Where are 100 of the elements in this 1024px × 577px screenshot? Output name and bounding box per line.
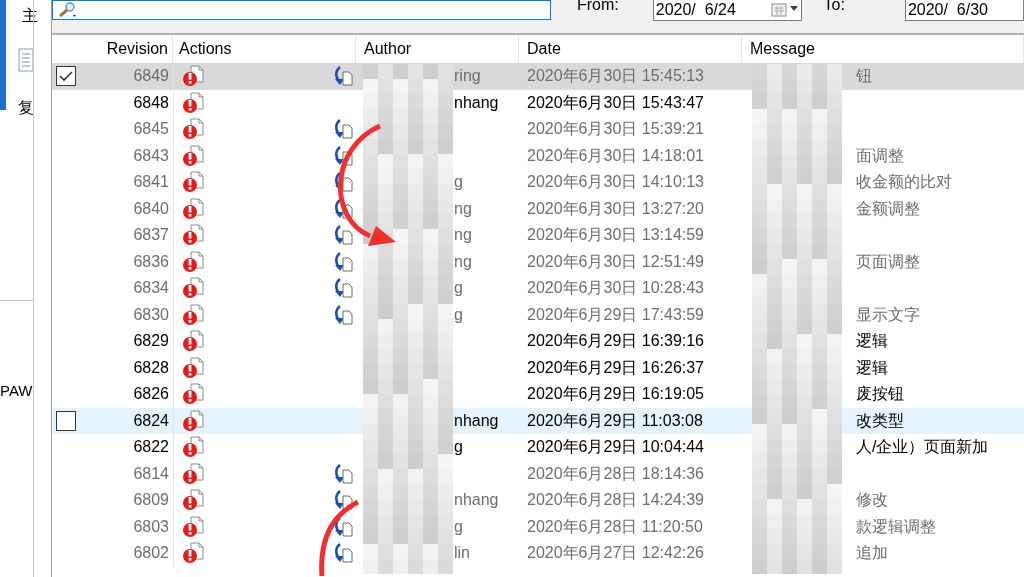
table-row[interactable]: 6803 g 2020年6月28日 11:20:50 款逻辑调整	[52, 513, 1024, 540]
table-row[interactable]: 6843 2020年6月30日 14:18:01 面调整	[52, 142, 1024, 169]
author-name: lin	[454, 543, 470, 564]
commit-message: 金额调整	[856, 198, 920, 219]
modified-file-icon	[182, 383, 206, 406]
author-name: g	[454, 172, 463, 193]
commit-message: 追加	[856, 543, 888, 564]
commit-date: 2020年6月29日 11:03:08	[527, 410, 703, 431]
panel-label: PAW	[0, 381, 33, 401]
table-row[interactable]: 6836 ng 2020年6月30日 12:51:49 页面调整	[52, 248, 1024, 275]
revision-number: 6814	[133, 463, 169, 484]
search-icon	[57, 1, 79, 19]
merge-icon	[332, 144, 354, 167]
modified-file-icon	[182, 144, 206, 167]
merge-icon	[332, 250, 354, 273]
commit-message: 收金额的比对	[856, 172, 952, 193]
merge-icon	[332, 303, 354, 326]
author-name: g	[454, 278, 463, 299]
revision-number: 6829	[133, 331, 169, 352]
commit-date: 2020年6月29日 16:39:16	[527, 331, 704, 352]
commit-date: 2020年6月30日 13:14:59	[527, 225, 704, 246]
modified-file-icon	[182, 224, 206, 247]
revision-number: 6826	[133, 384, 169, 405]
table-row[interactable]: 6834 g 2020年6月30日 10:28:43	[52, 275, 1024, 302]
table-row[interactable]: 6826 2020年6月29日 16:19:05 废按钮	[52, 381, 1024, 408]
author-name: g	[454, 516, 463, 537]
revision-number: 6830	[133, 304, 169, 325]
table-row[interactable]: 6829 2020年6月29日 16:39:16 逻辑	[52, 328, 1024, 355]
calendar-icon	[770, 2, 799, 17]
author-name: ng	[454, 225, 472, 246]
revision-number: 6803	[133, 516, 169, 537]
commit-message: 人/企业）页面新加	[856, 437, 989, 458]
modified-file-icon	[182, 277, 206, 300]
modified-file-icon	[182, 118, 206, 141]
table-row[interactable]: 6840 ng 2020年6月30日 13:27:20 金额调整	[52, 195, 1024, 222]
merge-icon	[332, 462, 354, 485]
merge-icon	[332, 277, 354, 300]
commit-date: 2020年6月30日 15:45:13	[527, 66, 704, 87]
commit-message: 款逻辑调整	[856, 516, 936, 537]
revision-number: 6840	[133, 198, 169, 219]
modified-file-icon	[182, 197, 206, 220]
modified-file-icon	[182, 171, 206, 194]
modified-file-icon	[182, 250, 206, 273]
author-name: ring	[454, 66, 481, 87]
revision-number: 6809	[133, 490, 169, 511]
date-field[interactable]: 2020/ 6/24	[652, 0, 802, 21]
commit-date: 2020年6月30日 13:27:20	[527, 198, 704, 219]
modified-file-icon	[182, 436, 206, 459]
revision-number: 6834	[133, 278, 169, 299]
table-row[interactable]: 6822 g 2020年6月29日 10:04:44 人/企业）页面新加	[52, 434, 1024, 461]
modified-file-icon	[182, 330, 206, 353]
modified-file-icon	[182, 356, 206, 379]
panel-label: 复	[18, 98, 34, 118]
author-name: g	[454, 437, 463, 458]
table-row[interactable]: 6845 2020年6月30日 15:39:21	[52, 116, 1024, 143]
commit-date: 2020年6月28日 11:20:50	[527, 516, 703, 537]
merge-icon	[332, 171, 354, 194]
commit-date: 2020年6月30日 15:39:21	[527, 119, 704, 140]
table-row[interactable]: 6830 g 2020年6月29日 17:43:59 显示文字	[52, 301, 1024, 328]
commit-message: 页面调整	[856, 251, 920, 272]
commit-date: 2020年6月27日 12:42:26	[527, 543, 704, 564]
table-row[interactable]: 6848 nhang 2020年6月30日 15:43:47	[52, 89, 1024, 116]
search-field[interactable]	[52, 0, 551, 20]
revision-number: 6849	[133, 66, 169, 87]
commit-date: 2020年6月29日 16:26:37	[527, 357, 704, 378]
date-field[interactable]: 2020/ 6/30	[904, 0, 1024, 21]
commit-date: 2020年6月29日 16:19:05	[527, 384, 704, 405]
commit-date: 2020年6月30日 12:51:49	[527, 251, 704, 272]
commit-date: 2020年6月28日 14:24:39	[527, 490, 704, 511]
modified-file-icon	[182, 303, 206, 326]
checkbox[interactable]	[56, 410, 76, 431]
commit-date: 2020年6月29日 17:43:59	[527, 304, 704, 325]
table-row[interactable]: 6841 g 2020年6月30日 14:10:13 收金额的比对	[52, 169, 1024, 196]
checkbox[interactable]	[56, 66, 76, 87]
table-row[interactable]: 6837 ng 2020年6月30日 13:14:59	[52, 222, 1024, 249]
commit-message: 显示文字	[856, 304, 920, 325]
author-name: nhang	[454, 410, 499, 431]
revision-number: 6824	[133, 410, 169, 431]
modified-file-icon	[182, 91, 206, 114]
revision-number: 6828	[133, 357, 169, 378]
table-row[interactable]: 6814 2020年6月28日 18:14:36	[52, 460, 1024, 487]
table-row[interactable]: 6802 lin 2020年6月27日 12:42:26 追加	[52, 540, 1024, 567]
document-icon	[18, 48, 36, 74]
table-row[interactable]: 6809 nhang 2020年6月28日 14:24:39 修改	[52, 487, 1024, 514]
commit-date: 2020年6月30日 14:10:13	[527, 172, 704, 193]
modified-file-icon	[182, 515, 206, 538]
merge-icon	[332, 489, 354, 512]
author-name: nhang	[454, 92, 499, 113]
merge-icon	[332, 65, 354, 88]
revision-number: 6802	[133, 543, 169, 564]
revision-number: 6822	[133, 437, 169, 458]
commit-message: 修改	[856, 490, 888, 511]
commit-message: 钮	[856, 66, 872, 87]
modified-file-icon	[182, 409, 206, 432]
modified-file-icon	[182, 462, 206, 485]
table-row[interactable]: 6828 2020年6月29日 16:26:37 逻辑	[52, 354, 1024, 381]
author-name: ng	[454, 198, 472, 219]
panel-label: 主	[22, 6, 38, 26]
commit-date: 2020年6月30日 10:28:43	[527, 278, 704, 299]
merge-icon	[332, 542, 354, 565]
